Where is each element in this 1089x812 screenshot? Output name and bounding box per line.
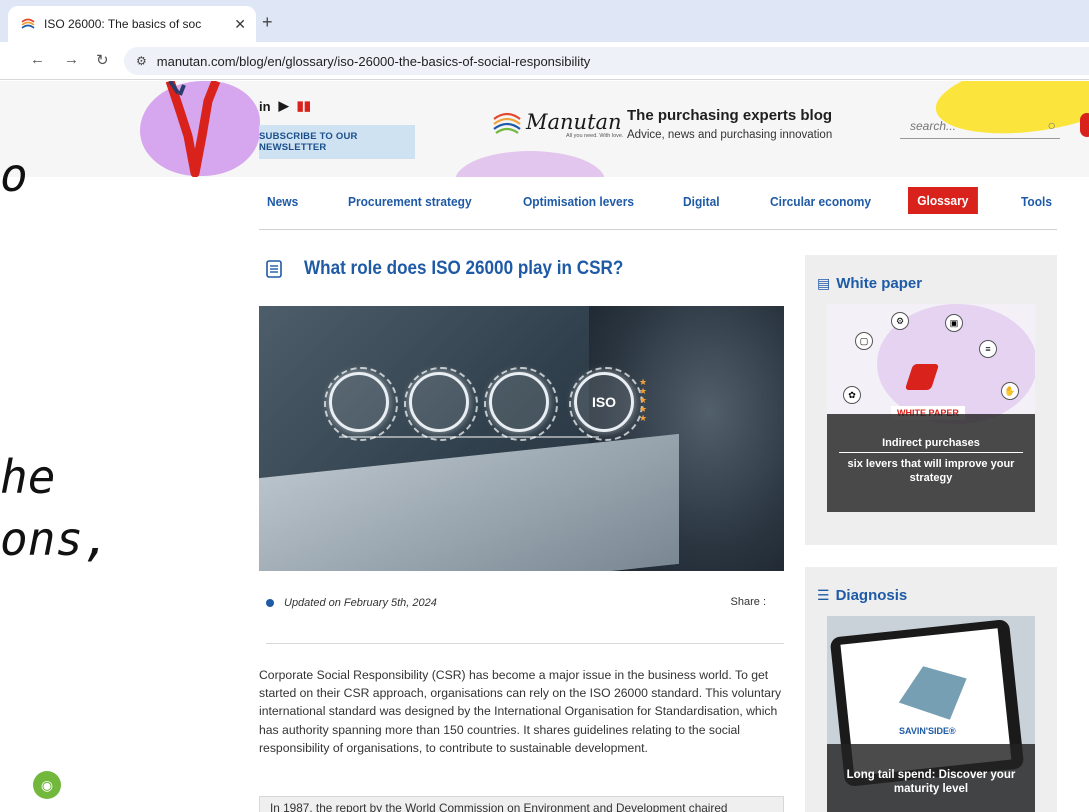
youtube-icon[interactable]: ▶ xyxy=(279,98,289,114)
overflow-handwriting-ons: ons, xyxy=(0,512,111,566)
overflow-handwriting-o: o xyxy=(0,148,28,202)
back-icon[interactable]: ← xyxy=(30,51,45,68)
search-box: ○ xyxy=(900,117,1060,139)
nav-item-tools[interactable]: Tools xyxy=(1021,194,1052,209)
site-header: in ▶ ▮▮ SUBSCRIBE TO OUR NEWSLETTER Manu… xyxy=(0,81,1089,177)
tab-title: ISO 26000: The basics of soc xyxy=(44,17,202,31)
white-paper-heading: ▤ White paper xyxy=(817,275,922,292)
sliders-icon: ☰ xyxy=(817,587,830,603)
hero-stars-icon: ★ ★ ★ ★ ★ xyxy=(639,377,648,423)
decorative-red-shape xyxy=(1080,113,1089,137)
social-links: in ▶ ▮▮ xyxy=(259,98,311,114)
hero-iso-gear-icon: ISO xyxy=(569,367,643,441)
hero-document-gear-icon xyxy=(324,367,398,441)
manutan-favicon-icon xyxy=(21,18,35,29)
white-paper-heading-label: White paper xyxy=(836,275,923,292)
search-icon[interactable]: ○ xyxy=(1048,117,1056,133)
hand-node-icon: ✋ xyxy=(1001,382,1019,400)
hero-laptop xyxy=(259,433,679,571)
url-domain: manutan.com xyxy=(156,53,236,69)
reload-icon[interactable]: ↻ xyxy=(96,51,109,69)
article-title: What role does ISO 26000 play in CSR? xyxy=(304,258,624,279)
decorative-pink-shape xyxy=(455,151,605,177)
white-paper-thumbnail[interactable]: ⚙ ▣ ▢ ≡ ✿ ✋ WHITE PAPER Indirect purchas… xyxy=(827,304,1035,512)
radar-chart-illustration xyxy=(895,662,970,725)
diagnosis-card: ☰ Diagnosis SAVIN'SIDE® Long tail spend:… xyxy=(805,567,1057,812)
linkedin-icon[interactable]: in xyxy=(259,99,271,114)
gear-node-icon: ⚙ xyxy=(891,312,909,330)
savinside-tag: SAVIN'SIDE® xyxy=(893,724,962,738)
brand-tagline: All you need. With love. xyxy=(566,133,624,139)
nav-item-procurement-strategy[interactable]: Procurement strategy xyxy=(348,194,472,209)
hero-award-gear-icon xyxy=(484,367,558,441)
diagnosis-heading-label: Diagnosis xyxy=(835,587,908,604)
diagnosis-caption-text: Long tail spend: Discover your maturity … xyxy=(846,769,1016,795)
address-bar: ← → ↻ ⚙ manutan.com/blog/en/glossary/iso… xyxy=(0,42,1089,80)
url-input[interactable]: ⚙ manutan.com/blog/en/glossary/iso-26000… xyxy=(124,47,1089,75)
blog-title: The purchasing experts blog xyxy=(627,107,833,124)
white-paper-caption-title: Indirect purchases xyxy=(839,437,1023,453)
site-settings-icon[interactable]: ⚙ xyxy=(136,54,147,68)
close-tab-icon[interactable]: ✕ xyxy=(234,16,246,33)
nav-item-circular-economy[interactable]: Circular economy xyxy=(770,194,871,209)
main-navigation: News Procurement strategy Optimisation l… xyxy=(259,187,1057,230)
article-hero-image: ISO ★ ★ ★ ★ ★ xyxy=(259,306,784,571)
nav-item-glossary[interactable]: Glossary xyxy=(908,187,978,214)
manutan-logo-icon xyxy=(493,112,521,134)
white-paper-card: ▤ White paper ⚙ ▣ ▢ ≡ ✿ ✋ WHITE PAPER In… xyxy=(805,255,1057,545)
decorative-figure-illustration xyxy=(165,81,220,177)
diagnosis-heading: ☰ Diagnosis xyxy=(817,587,907,604)
new-tab-button[interactable]: + xyxy=(262,12,273,33)
white-paper-caption: Indirect purchases six levers that will … xyxy=(827,414,1035,512)
forward-icon[interactable]: → xyxy=(64,51,79,68)
document-icon xyxy=(266,260,282,278)
plant-node-icon: ✿ xyxy=(843,386,861,404)
overflow-handwriting-he: he xyxy=(0,450,56,504)
truck-node-icon: ▣ xyxy=(945,314,963,332)
search-input[interactable] xyxy=(900,119,1030,133)
nav-item-news[interactable]: News xyxy=(267,194,298,209)
list-node-icon: ≡ xyxy=(979,340,997,358)
article-meta: Updated on February 5th, 2024 Share : xyxy=(266,596,784,644)
cookie-settings-icon[interactable]: ◉ xyxy=(33,771,61,799)
browser-tab[interactable]: ISO 26000: The basics of soc ✕ xyxy=(8,6,256,42)
nav-item-digital[interactable]: Digital xyxy=(683,194,720,209)
diagnosis-thumbnail[interactable]: SAVIN'SIDE® Long tail spend: Discover yo… xyxy=(827,616,1035,812)
url-path: /blog/en/glossary/iso-26000-the-basics-o… xyxy=(235,53,591,69)
hero-target-gear-icon xyxy=(404,367,478,441)
article-quote: In 1987, the report by the World Commiss… xyxy=(259,796,784,812)
diagnosis-caption: Long tail spend: Discover your maturity … xyxy=(827,744,1035,812)
french-flag-icon[interactable]: ▮▮ xyxy=(297,98,311,114)
share-link[interactable]: Share : xyxy=(731,596,766,608)
updated-bullet-icon xyxy=(266,599,274,607)
browser-tab-strip: ISO 26000: The basics of soc ✕ + xyxy=(0,0,1089,42)
box-node-icon: ▢ xyxy=(855,332,873,350)
article-intro: Corporate Social Responsibility (CSR) ha… xyxy=(259,668,782,755)
manutan-logo[interactable]: Manutan All you need. With love. xyxy=(492,109,623,139)
url-text: manutan.com/blog/en/glossary/iso-26000-t… xyxy=(157,54,591,69)
updated-date: Updated on February 5th, 2024 xyxy=(284,597,437,609)
brand-name: Manutan xyxy=(526,110,622,134)
nav-item-optimisation-levers[interactable]: Optimisation levers xyxy=(523,194,634,209)
blog-subtitle: Advice, news and purchasing innovation xyxy=(627,129,833,141)
white-paper-caption-text: six levers that will improve your strate… xyxy=(847,458,1015,484)
document-icon: ▤ xyxy=(817,275,831,291)
subscribe-newsletter-button[interactable]: SUBSCRIBE TO OUR NEWSLETTER xyxy=(259,125,415,159)
article-title-block: What role does ISO 26000 play in CSR? xyxy=(266,258,659,280)
